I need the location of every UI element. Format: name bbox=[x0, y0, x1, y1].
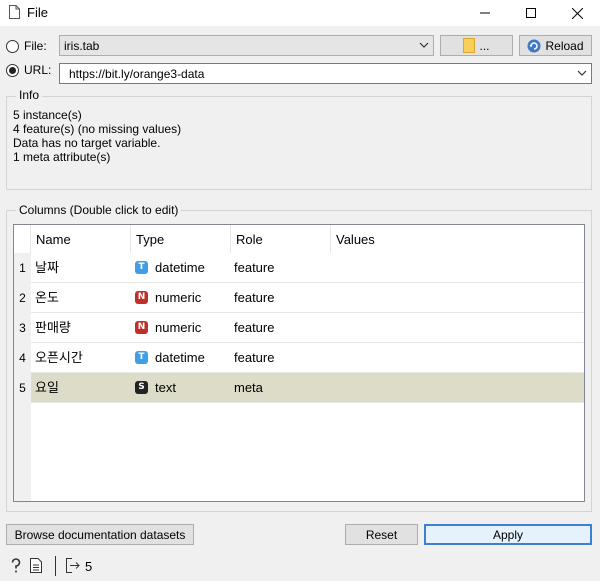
columns-title: Columns (Double click to edit) bbox=[16, 203, 182, 217]
maximize-icon bbox=[526, 8, 536, 18]
row-number: 4 bbox=[14, 343, 31, 373]
close-button[interactable] bbox=[554, 0, 600, 26]
chevron-down-icon bbox=[577, 70, 587, 76]
status-divider bbox=[55, 556, 56, 576]
table-row[interactable]: 2 온도 N numeric feature bbox=[14, 283, 584, 313]
reset-button[interactable]: Reset bbox=[345, 524, 418, 545]
cell-name[interactable]: 오픈시간 bbox=[35, 343, 83, 373]
cell-role[interactable]: meta bbox=[234, 373, 263, 403]
row-number: 3 bbox=[14, 313, 31, 343]
table-row[interactable]: 3 판매량 N numeric feature bbox=[14, 313, 584, 343]
browse-file-label: ... bbox=[479, 38, 490, 53]
report-icon[interactable] bbox=[30, 558, 42, 573]
header-name[interactable]: Name bbox=[31, 225, 131, 253]
file-radio[interactable] bbox=[6, 40, 19, 53]
cell-type[interactable]: numeric bbox=[155, 313, 201, 343]
browse-documentation-button[interactable]: Browse documentation datasets bbox=[6, 524, 194, 545]
text-type-icon: S bbox=[135, 381, 148, 394]
table-corner bbox=[14, 225, 31, 253]
reload-label: Reload bbox=[545, 38, 584, 53]
reload-icon bbox=[527, 39, 541, 52]
close-icon bbox=[571, 7, 583, 19]
info-line: 4 feature(s) (no missing values) bbox=[13, 122, 182, 136]
cell-name[interactable]: 판매량 bbox=[35, 313, 71, 343]
row-number: 2 bbox=[14, 283, 31, 313]
title-bar: File bbox=[0, 0, 600, 26]
file-combo-value: iris.tab bbox=[64, 38, 100, 53]
cell-role[interactable]: feature bbox=[234, 253, 274, 283]
apply-button[interactable]: Apply bbox=[424, 524, 592, 545]
cell-name[interactable]: 날짜 bbox=[35, 253, 59, 283]
chevron-down-icon bbox=[419, 42, 429, 48]
browse-file-button[interactable]: ... bbox=[440, 35, 513, 56]
cell-role[interactable]: feature bbox=[234, 283, 274, 313]
header-role[interactable]: Role bbox=[231, 225, 331, 253]
cell-role[interactable]: feature bbox=[234, 313, 274, 343]
datetime-type-icon: T bbox=[135, 351, 148, 364]
info-text: 5 instance(s) 4 feature(s) (no missing v… bbox=[13, 108, 181, 164]
window-title: File bbox=[27, 5, 48, 20]
columns-table[interactable]: Name Type Role Values 1 날짜 T datetime fe… bbox=[13, 224, 585, 502]
numeric-type-icon: N bbox=[135, 291, 148, 304]
table-row[interactable]: 1 날짜 T datetime feature bbox=[14, 253, 584, 283]
folder-icon bbox=[463, 38, 476, 53]
cell-type[interactable]: datetime bbox=[155, 343, 205, 373]
url-radio[interactable] bbox=[6, 64, 19, 77]
info-title: Info bbox=[16, 88, 43, 102]
header-values[interactable]: Values bbox=[331, 225, 584, 253]
row-number: 1 bbox=[14, 253, 31, 283]
url-combo-value: https://bit.ly/orange3-data bbox=[69, 66, 205, 81]
header-type[interactable]: Type bbox=[131, 225, 231, 253]
reload-button[interactable]: Reload bbox=[519, 35, 592, 56]
row-number: 5 bbox=[14, 373, 31, 403]
table-row-selected[interactable]: 5 요일 S text meta bbox=[14, 373, 584, 403]
minimize-button[interactable] bbox=[462, 0, 508, 26]
file-label: File: bbox=[24, 39, 47, 53]
help-icon[interactable] bbox=[10, 558, 22, 574]
numeric-type-icon: N bbox=[135, 321, 148, 334]
minimize-icon bbox=[480, 12, 490, 14]
cell-type[interactable]: text bbox=[155, 373, 176, 403]
info-line: Data has no target variable. bbox=[13, 136, 161, 150]
table-row[interactable]: 4 오픈시간 T datetime feature bbox=[14, 343, 584, 373]
info-line: 1 meta attribute(s) bbox=[13, 150, 111, 164]
document-icon bbox=[9, 5, 20, 19]
file-combo[interactable]: iris.tab bbox=[59, 35, 434, 56]
datetime-type-icon: T bbox=[135, 261, 148, 274]
maximize-button[interactable] bbox=[508, 0, 554, 26]
status-bar: 5 bbox=[0, 553, 600, 581]
cell-name[interactable]: 요일 bbox=[35, 373, 59, 403]
cell-role[interactable]: feature bbox=[234, 343, 274, 373]
url-label: URL: bbox=[24, 63, 52, 77]
output-icon bbox=[66, 558, 80, 573]
output-count: 5 bbox=[85, 559, 93, 574]
cell-type[interactable]: datetime bbox=[155, 253, 205, 283]
cell-type[interactable]: numeric bbox=[155, 283, 201, 313]
info-line: 5 instance(s) bbox=[13, 108, 82, 122]
cell-name[interactable]: 온도 bbox=[35, 283, 59, 313]
url-combo[interactable]: https://bit.ly/orange3-data bbox=[59, 63, 592, 84]
